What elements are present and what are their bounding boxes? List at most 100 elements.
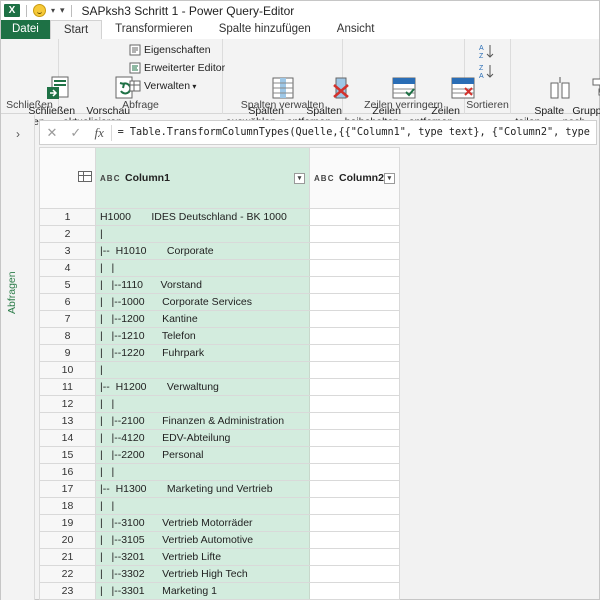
smiley-dropdown-icon[interactable]: ▾	[51, 6, 55, 15]
column2-cell[interactable]	[309, 395, 400, 413]
row-number[interactable]: 1	[38, 208, 97, 226]
column1-cell[interactable]: | |--1220 Fuhrpark	[95, 344, 311, 362]
column1-cell[interactable]: |-- H1010 Corporate	[95, 242, 311, 260]
column1-cell[interactable]: | |--3105 Vertrieb Automotive	[95, 531, 311, 549]
column2-cell[interactable]	[309, 480, 400, 498]
tab-transformieren[interactable]: Transformieren	[102, 20, 206, 39]
row-number[interactable]: 6	[38, 293, 97, 311]
row-number[interactable]: 12	[38, 395, 97, 413]
queries-pane-label[interactable]: Abfragen	[6, 263, 26, 323]
column2-cell[interactable]	[309, 225, 400, 243]
quick-access-customize-icon[interactable]: ▾	[60, 5, 65, 16]
column1-cell[interactable]: | |--4120 EDV-Abteilung	[95, 429, 311, 447]
function-icon[interactable]: fx	[88, 124, 112, 141]
column1-cell[interactable]: | |--1210 Telefon	[95, 327, 311, 345]
column1-cell[interactable]: |-- H1300 Marketing und Vertrieb	[95, 480, 311, 498]
column1-cell[interactable]: | |	[95, 497, 311, 515]
sort-ascending-button[interactable]: AZ	[479, 43, 498, 60]
column2-cell[interactable]	[309, 293, 400, 311]
column2-cell[interactable]	[309, 259, 400, 277]
row-number[interactable]: 18	[38, 497, 97, 515]
expand-queries-chevron-icon[interactable]: ›	[16, 127, 20, 141]
column2-cell[interactable]	[309, 344, 400, 362]
column1-cell[interactable]: | |	[95, 259, 311, 277]
column2-cell[interactable]	[309, 446, 400, 464]
row-number[interactable]: 15	[38, 446, 97, 464]
column2-cell[interactable]	[309, 276, 400, 294]
column1-cell[interactable]: | |--1000 Corporate Services	[95, 293, 311, 311]
column1-cell[interactable]: | |--2100 Finanzen & Administration	[95, 412, 311, 430]
tab-start[interactable]: Start	[49, 20, 103, 39]
advanced-editor-button[interactable]: Erweiterter Editor	[129, 62, 225, 74]
row-number[interactable]: 22	[38, 565, 97, 583]
formula-input[interactable]: = Table.TransformColumnTypes(Quelle,{{"C…	[112, 127, 596, 138]
row-number[interactable]: 19	[38, 514, 97, 532]
column1-cell[interactable]: |-- H1200 Verwaltung	[95, 378, 311, 396]
row-number[interactable]: 2	[38, 225, 97, 243]
column1-cell[interactable]: | |--3100 Vertrieb Motorräder	[95, 514, 311, 532]
confirm-formula-icon[interactable]: ✓	[64, 125, 88, 141]
column1-cell[interactable]: | |--1110 Vorstand	[95, 276, 311, 294]
row-number[interactable]: 9	[38, 344, 97, 362]
power-query-window: X ▾ ▾ SAPksh3 Schritt 1 - Power Query-Ed…	[0, 0, 600, 600]
row-number[interactable]: 5	[38, 276, 97, 294]
column1-filter-icon[interactable]: ▾	[294, 172, 306, 184]
row-number[interactable]: 3	[38, 242, 97, 260]
properties-button[interactable]: Eigenschaften	[129, 44, 211, 56]
sort-descending-icon: ZA	[479, 63, 495, 80]
group-spalten-verwalten: Spalten auswählen Spalten entfernen Spal…	[223, 39, 350, 128]
column2-cell[interactable]	[309, 429, 400, 447]
row-number[interactable]: 11	[38, 378, 97, 396]
column1-cell[interactable]: | |	[95, 463, 311, 481]
column2-cell[interactable]	[309, 514, 400, 532]
column1-cell[interactable]: |	[95, 361, 311, 379]
column2-cell[interactable]	[309, 208, 400, 226]
column2-header[interactable]: A B C Column2 ▾	[309, 147, 400, 209]
row-number[interactable]: 20	[38, 531, 97, 549]
table-menu-button[interactable]	[38, 147, 97, 209]
row-number[interactable]: 14	[38, 429, 97, 447]
column2-filter-icon[interactable]: ▾	[383, 172, 395, 184]
sort-descending-button[interactable]: ZA	[479, 63, 498, 80]
row-number[interactable]: 4	[38, 259, 97, 277]
column2-cell[interactable]	[309, 242, 400, 260]
column2-cell[interactable]	[309, 548, 400, 566]
column2-cell[interactable]	[309, 463, 400, 481]
row-number[interactable]: 10	[38, 361, 97, 379]
row-number[interactable]: 23	[38, 582, 97, 600]
column2-cell[interactable]	[309, 497, 400, 515]
column2-cell[interactable]	[309, 310, 400, 328]
column2-cell[interactable]	[309, 412, 400, 430]
column2-cell[interactable]	[309, 327, 400, 345]
tab-datei[interactable]: Datei	[1, 20, 50, 39]
row-number[interactable]: 8	[38, 327, 97, 345]
column1-cell[interactable]: | |	[95, 395, 311, 413]
column2-cell[interactable]	[309, 531, 400, 549]
column1-cell[interactable]: | |--2200 Personal	[95, 446, 311, 464]
row-number[interactable]: 13	[38, 412, 97, 430]
cancel-formula-icon[interactable]: ✕	[40, 125, 64, 141]
row-number[interactable]: 17	[38, 480, 97, 498]
column2-cell[interactable]	[309, 582, 400, 600]
column1-header[interactable]: A B C Column1 ▾	[95, 147, 311, 209]
table-row: 6 | |--1000 Corporate Services	[38, 293, 400, 311]
column1-cell[interactable]: | |--3201 Vertrieb Lifte	[95, 548, 311, 566]
text-type-icon[interactable]: A B C	[314, 174, 333, 183]
row-number[interactable]: 16	[38, 463, 97, 481]
manage-button[interactable]: Verwalten	[129, 80, 196, 92]
tab-spalte-hinzufuegen[interactable]: Spalte hinzufügen	[206, 20, 324, 39]
row-number[interactable]: 7	[38, 310, 97, 328]
column2-cell[interactable]	[309, 378, 400, 396]
column2-cell[interactable]	[309, 565, 400, 583]
column2-cell[interactable]	[309, 361, 400, 379]
row-number[interactable]: 21	[38, 548, 97, 566]
column1-cell[interactable]: | |--3301 Marketing 1	[95, 582, 311, 600]
tab-ansicht[interactable]: Ansicht	[324, 20, 388, 39]
column1-cell[interactable]: | |--3302 Vertrieb High Tech	[95, 565, 311, 583]
formula-bar: ✕ ✓ fx = Table.TransformColumnTypes(Quel…	[39, 120, 597, 145]
column1-cell[interactable]: H1000 IDES Deutschland - BK 1000	[95, 208, 311, 226]
column1-cell[interactable]: |	[95, 225, 311, 243]
text-type-icon[interactable]: A B C	[100, 174, 119, 183]
column1-cell[interactable]: | |--1200 Kantine	[95, 310, 311, 328]
feedback-smiley-icon[interactable]	[33, 4, 46, 17]
